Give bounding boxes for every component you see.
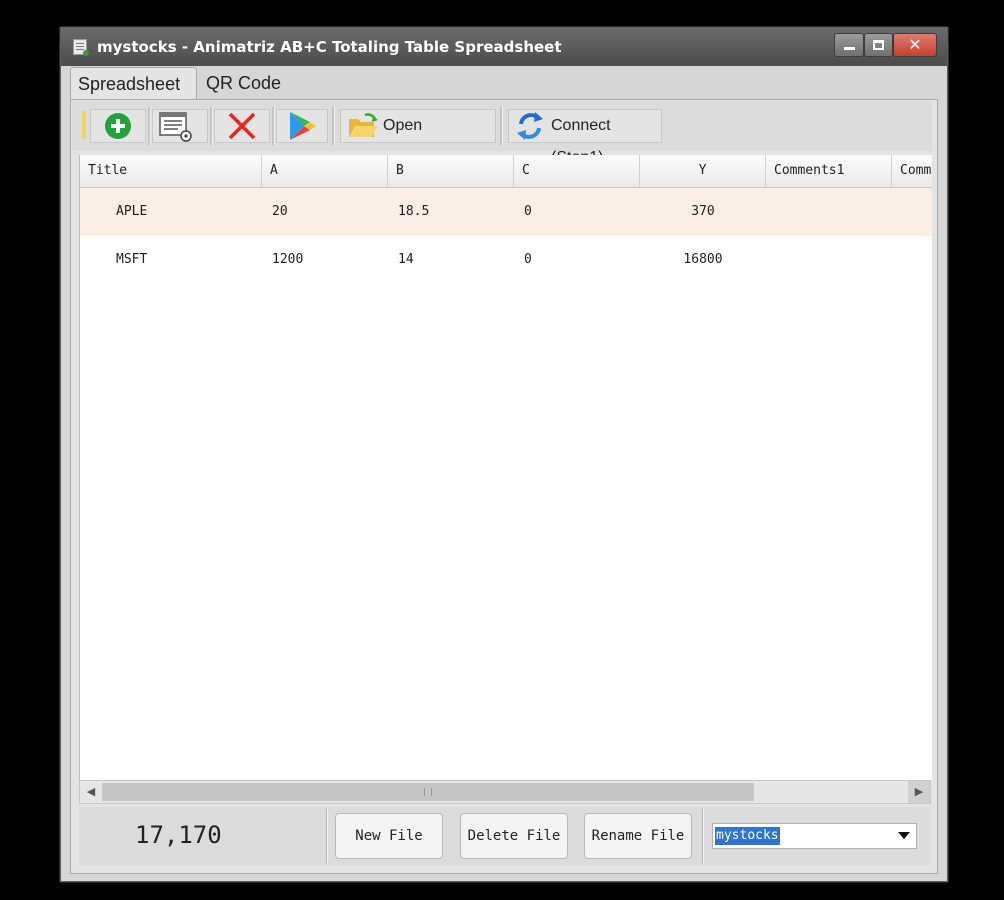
table-settings-button[interactable] bbox=[152, 109, 208, 143]
column-header-a[interactable]: A bbox=[262, 155, 388, 187]
scroll-left-icon[interactable]: ◀ bbox=[80, 781, 102, 803]
grand-total: 17,170 bbox=[135, 821, 222, 849]
maximize-icon bbox=[873, 40, 884, 50]
cell-a[interactable]: 1200 bbox=[272, 236, 303, 284]
table-row[interactable]: MSFT 1200 14 0 16800 bbox=[80, 236, 932, 284]
toolbar: Open Connect (Step1) bbox=[72, 101, 932, 166]
list-settings-icon bbox=[159, 112, 192, 142]
cell-b[interactable]: 14 bbox=[398, 236, 414, 284]
column-header-b[interactable]: B bbox=[388, 155, 514, 187]
cell-title[interactable]: APLE bbox=[116, 188, 147, 236]
cell-title[interactable]: MSFT bbox=[116, 236, 147, 284]
delete-file-button[interactable]: Delete File bbox=[460, 813, 568, 859]
horizontal-scrollbar[interactable]: ◀ ▶ bbox=[79, 780, 931, 804]
toolbar-separator bbox=[148, 107, 151, 145]
column-header-comments2[interactable]: Comm bbox=[892, 155, 932, 187]
bottom-separator bbox=[702, 809, 704, 863]
chevron-down-icon[interactable] bbox=[898, 832, 910, 839]
column-header-y[interactable]: Y bbox=[640, 155, 766, 187]
open-label: Open bbox=[383, 117, 423, 134]
cell-c[interactable]: 0 bbox=[524, 188, 532, 236]
cell-a[interactable]: 20 bbox=[272, 188, 288, 236]
grid-header: Title A B C Y Comments1 Comm bbox=[80, 155, 932, 188]
new-file-button[interactable]: New File bbox=[335, 813, 443, 859]
minimize-button[interactable] bbox=[834, 33, 864, 57]
scrollbar-thumb[interactable] bbox=[102, 783, 754, 801]
folder-open-icon bbox=[349, 113, 378, 137]
google-play-button[interactable] bbox=[276, 109, 328, 143]
rename-file-button[interactable]: Rename File bbox=[584, 813, 692, 859]
bottom-bar: 17,170 New File Delete File Rename File … bbox=[79, 807, 931, 865]
connect-button[interactable]: Connect (Step1) bbox=[508, 109, 662, 166]
spreadsheet-grid[interactable]: Title A B C Y Comments1 Comm APLE 20 18.… bbox=[79, 155, 932, 780]
window-title: mystocks - Animatriz AB+C Totaling Table… bbox=[97, 38, 562, 56]
sync-icon bbox=[517, 112, 543, 140]
maximize-button[interactable] bbox=[864, 33, 893, 57]
close-icon: ✕ bbox=[908, 35, 922, 54]
toolbar-separator bbox=[332, 107, 335, 145]
file-select-value[interactable]: mystocks bbox=[715, 827, 780, 845]
cell-y: 370 bbox=[691, 204, 715, 219]
title-bar[interactable]: mystocks - Animatriz AB+C Totaling Table… bbox=[61, 28, 947, 66]
cell-c[interactable]: 0 bbox=[524, 236, 532, 284]
cell-b[interactable]: 18.5 bbox=[398, 188, 429, 236]
open-button[interactable]: Open bbox=[340, 109, 496, 143]
app-icon bbox=[73, 39, 89, 56]
add-row-button[interactable] bbox=[90, 109, 146, 143]
toolbar-separator bbox=[210, 107, 213, 145]
column-header-title[interactable]: Title bbox=[80, 155, 262, 187]
tab-spreadsheet[interactable]: Spreadsheet bbox=[70, 67, 197, 99]
delete-icon bbox=[228, 112, 256, 140]
toolbar-grip[interactable] bbox=[82, 111, 86, 139]
toolbar-separator bbox=[500, 107, 503, 145]
delete-row-button[interactable] bbox=[214, 109, 270, 143]
table-row[interactable]: APLE 20 18.5 0 370 bbox=[80, 188, 932, 236]
tab-qr-code[interactable]: QR Code bbox=[199, 67, 299, 99]
thumb-grip bbox=[424, 788, 432, 796]
close-button[interactable]: ✕ bbox=[893, 33, 937, 57]
toolbar-separator bbox=[272, 107, 275, 145]
scroll-right-icon[interactable]: ▶ bbox=[908, 781, 930, 803]
add-icon bbox=[105, 113, 131, 139]
minimize-icon bbox=[844, 47, 855, 50]
column-header-c[interactable]: C bbox=[514, 155, 640, 187]
bottom-separator bbox=[326, 809, 328, 863]
cell-y: 16800 bbox=[683, 252, 723, 267]
google-play-icon bbox=[290, 112, 316, 140]
column-header-comments1[interactable]: Comments1 bbox=[766, 155, 892, 187]
file-select-dropdown[interactable]: mystocks bbox=[712, 823, 917, 849]
